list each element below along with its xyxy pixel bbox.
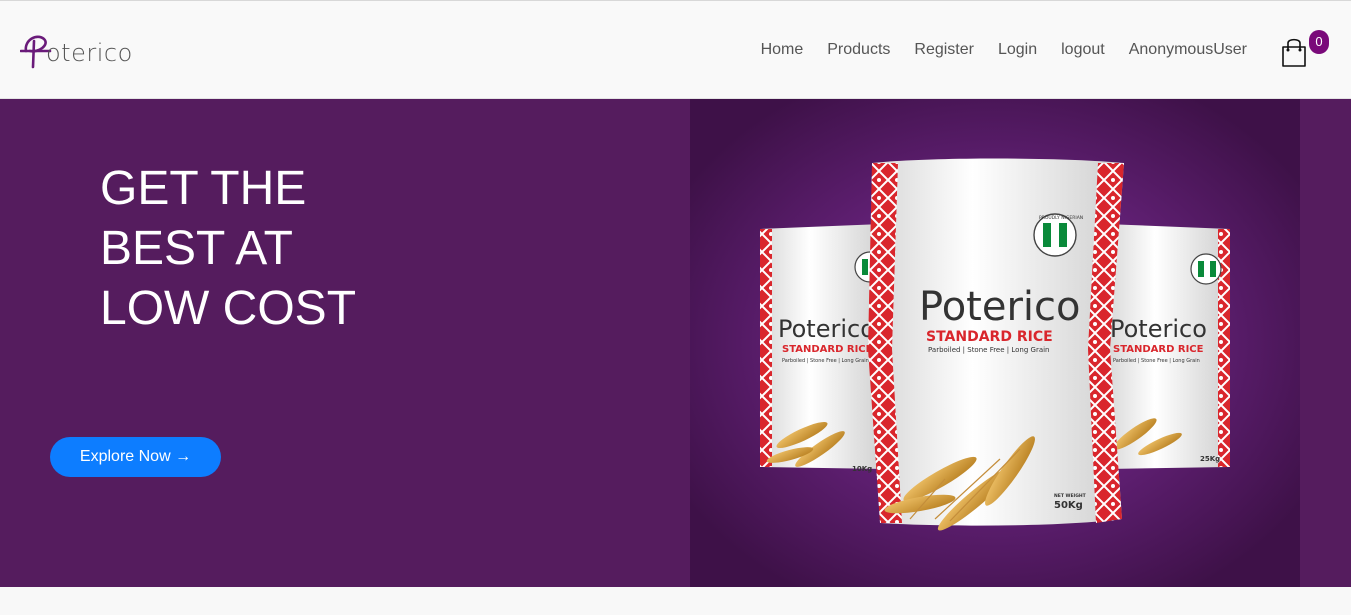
svg-text:25Kg: 25Kg [1200, 455, 1220, 463]
cart-button[interactable] [1280, 35, 1310, 69]
shopping-bag-icon [1282, 38, 1306, 67]
cart-count-badge: 0 [1309, 30, 1329, 54]
nav-user[interactable]: AnonymousUser [1117, 39, 1259, 61]
rice-bag-left: Poterico STANDARD RICE Parboiled | Stone… [760, 224, 886, 473]
page-bottom-strip [0, 587, 1351, 615]
svg-text:10Kg: 10Kg [852, 465, 872, 473]
nav-logout[interactable]: logout [1049, 39, 1117, 61]
rice-bag-center: PROUDLY NIGERIAN Poterico STANDARD RICE … [868, 158, 1124, 531]
rice-bags-image: Poterico STANDARD RICE Parboiled | Stone… [690, 99, 1300, 587]
svg-text:Parboiled | Stone Free | Long: Parboiled | Stone Free | Long Grain [928, 346, 1050, 354]
navbar: oterico Home Products Register Login log… [0, 0, 1351, 99]
main-nav: Home Products Register Login logout Anon… [749, 39, 1259, 61]
svg-text:oterico: oterico [46, 39, 133, 67]
svg-text:PROUDLY NIGERIAN: PROUDLY NIGERIAN [1039, 215, 1083, 221]
nav-register[interactable]: Register [902, 39, 986, 61]
poterico-logo-icon: oterico [20, 35, 133, 69]
explore-now-button[interactable]: Explore Now → [50, 437, 221, 477]
svg-text:Poterico: Poterico [1110, 315, 1207, 343]
hero-banner: GET THE BEST AT LOW COST Explore Now → P… [0, 99, 1351, 587]
brand-logo[interactable]: oterico [20, 31, 150, 71]
nav-products[interactable]: Products [815, 39, 902, 61]
svg-text:Parboiled | Stone Free | Long: Parboiled | Stone Free | Long Grain [1113, 358, 1200, 364]
svg-text:Poterico: Poterico [919, 284, 1080, 330]
svg-text:Poterico: Poterico [778, 315, 875, 343]
svg-text:STANDARD RICE: STANDARD RICE [1113, 344, 1204, 355]
rice-bags-illustration: Poterico STANDARD RICE Parboiled | Stone… [690, 99, 1300, 587]
svg-text:STANDARD RICE: STANDARD RICE [926, 329, 1053, 345]
svg-text:NET WEIGHT: NET WEIGHT [1054, 493, 1087, 499]
svg-text:50Kg: 50Kg [1054, 500, 1083, 511]
hero-title: GET THE BEST AT LOW COST [100, 162, 357, 335]
svg-text:Parboiled | Stone Free | Long: Parboiled | Stone Free | Long Grain [782, 358, 869, 364]
nav-home[interactable]: Home [749, 39, 816, 61]
nav-login[interactable]: Login [986, 39, 1049, 61]
rice-bag-right: Poterico STANDARD RICE Parboiled | Stone… [1105, 224, 1230, 469]
svg-text:STANDARD RICE: STANDARD RICE [782, 344, 873, 355]
